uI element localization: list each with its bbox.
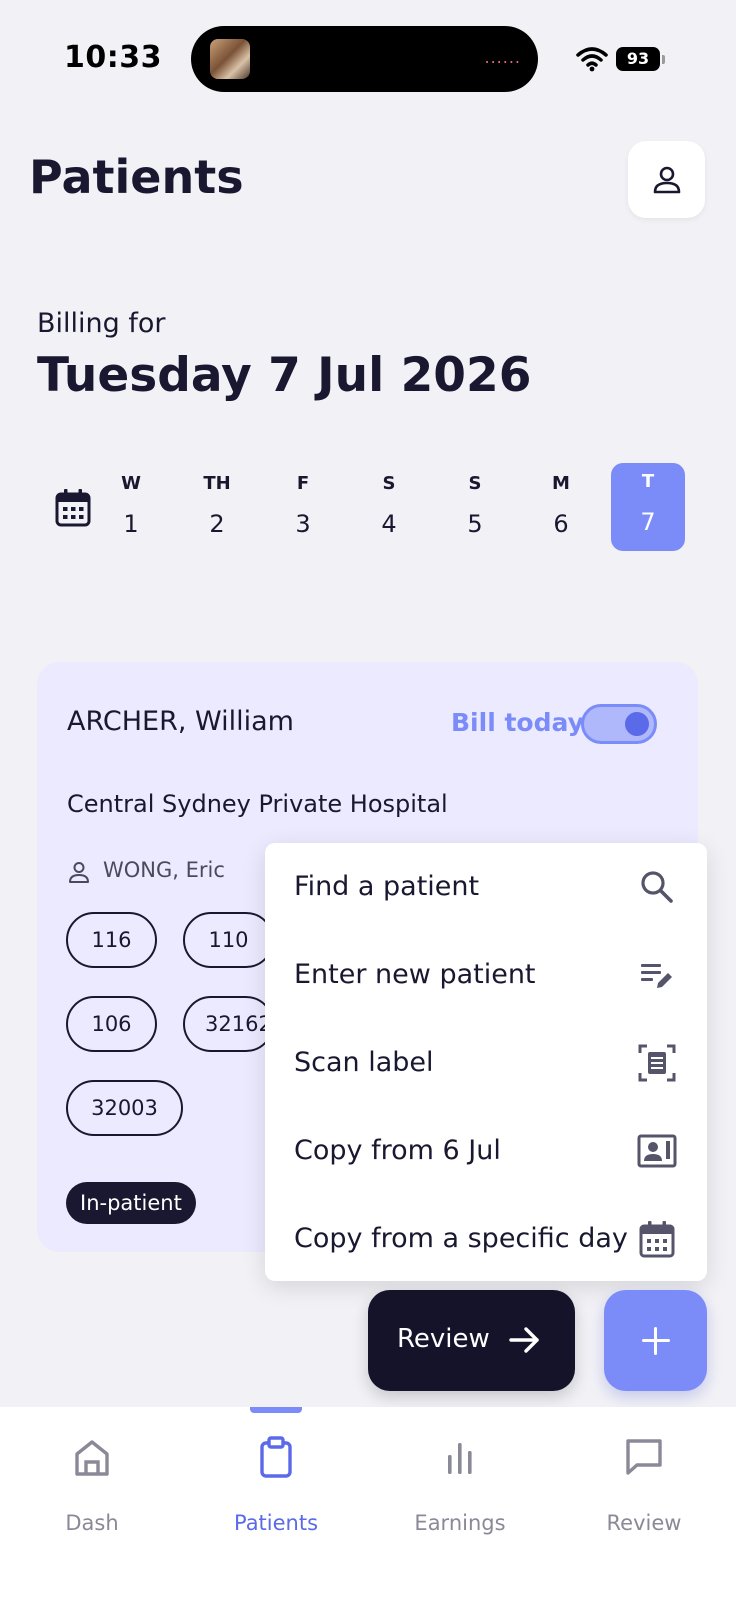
battery-tip [662, 55, 665, 64]
review-button[interactable]: Review [368, 1290, 575, 1391]
item-code-chip[interactable]: 106 [66, 996, 157, 1052]
nav-item-dash[interactable]: Dash [0, 1435, 184, 1555]
day-f-3[interactable]: F 3 [266, 465, 340, 553]
item-code-chip[interactable]: 32003 [66, 1080, 183, 1136]
day-s-4[interactable]: S 4 [352, 465, 426, 553]
item-code-chip[interactable]: 116 [66, 912, 157, 968]
menu-item-label: Copy from a specific day [294, 1223, 628, 1254]
hospital-name: Central Sydney Private Hospital [67, 790, 448, 818]
nav-label: Patients [233, 1511, 319, 1535]
calendar-icon [639, 1221, 675, 1258]
nav-item-review[interactable]: Review [552, 1435, 736, 1555]
active-tab-indicator [250, 1407, 302, 1413]
day-number: 4 [381, 510, 397, 538]
day-number: 7 [640, 508, 656, 536]
person-icon [69, 862, 89, 883]
menu-item-enter-new-patient[interactable]: Enter new patient [265, 931, 707, 1019]
day-th-2[interactable]: TH 2 [180, 465, 254, 553]
day-of-week: T [641, 471, 655, 492]
menu-item-label: Scan label [294, 1047, 434, 1078]
item-code-chip[interactable]: 110 [183, 912, 274, 968]
nav-label: Dash [65, 1511, 119, 1535]
scan-document-icon [638, 1044, 676, 1082]
bill-today-toggle[interactable] [581, 704, 657, 744]
item-code-chip[interactable]: 32162 [183, 996, 274, 1052]
dynamic-island[interactable]: ...... [191, 26, 538, 92]
add-patient-menu: Find a patient Enter new patient Scan la… [265, 843, 707, 1281]
nav-item-earnings[interactable]: Earnings [368, 1435, 552, 1555]
day-number: 5 [467, 510, 483, 538]
day-of-week: W [121, 473, 141, 494]
day-of-week: M [552, 473, 570, 494]
day-of-week: S [468, 473, 482, 494]
profile-button[interactable] [628, 141, 705, 218]
now-playing-thumbnail [210, 39, 250, 79]
nav-label: Review [606, 1511, 682, 1535]
day-number: 6 [553, 510, 569, 538]
wifi-icon [576, 47, 608, 72]
day-of-week: TH [203, 473, 231, 494]
billing-for-label: Billing for [37, 308, 166, 339]
doctor-name: WONG, Eric [103, 858, 225, 882]
toggle-knob [625, 712, 649, 736]
arrow-right-icon [509, 1327, 539, 1353]
bottom-nav: Dash Patients Earnings Review [0, 1407, 736, 1600]
clipboard-icon [260, 1436, 292, 1478]
page-title: Patients [29, 150, 244, 204]
menu-item-label: Find a patient [294, 871, 480, 902]
day-number: 3 [295, 510, 311, 538]
menu-item-label: Enter new patient [294, 959, 536, 990]
chat-icon [626, 1439, 662, 1475]
edit-list-icon [641, 964, 672, 988]
admission-type-badge: In-patient [66, 1182, 196, 1224]
day-number: 1 [123, 510, 139, 538]
day-of-week: F [296, 473, 310, 494]
review-button-label: Review [397, 1324, 490, 1354]
contact-card-icon [637, 1134, 677, 1168]
day-t-7-selected[interactable]: T 7 [611, 463, 685, 551]
menu-item-find-patient[interactable]: Find a patient [265, 843, 707, 931]
person-icon [653, 166, 680, 193]
patient-name: ARCHER, William [67, 706, 294, 737]
home-icon [75, 1440, 109, 1476]
day-w-1[interactable]: W 1 [94, 465, 168, 553]
activity-indicator: ...... [484, 48, 521, 67]
menu-item-scan-label[interactable]: Scan label [265, 1019, 707, 1107]
add-button[interactable] [604, 1290, 707, 1391]
day-of-week: S [382, 473, 396, 494]
billing-date: Tuesday 7 Jul 2026 [37, 348, 532, 403]
nav-item-patients[interactable]: Patients [184, 1435, 368, 1555]
status-time: 10:33 [64, 40, 162, 75]
day-m-6[interactable]: M 6 [524, 465, 598, 553]
battery-indicator: 93 [616, 47, 660, 71]
nav-label: Earnings [414, 1511, 506, 1535]
day-s-5[interactable]: S 5 [438, 465, 512, 553]
bar-chart-icon [448, 1443, 472, 1474]
menu-item-copy-from-specific-day[interactable]: Copy from a specific day [265, 1195, 707, 1283]
bill-today-label: Bill today [451, 708, 584, 737]
calendar-icon[interactable] [54, 488, 92, 528]
menu-item-copy-from-previous-day[interactable]: Copy from 6 Jul [265, 1107, 707, 1195]
day-number: 2 [209, 510, 225, 538]
menu-item-label: Copy from 6 Jul [294, 1135, 501, 1166]
search-icon [641, 871, 673, 903]
